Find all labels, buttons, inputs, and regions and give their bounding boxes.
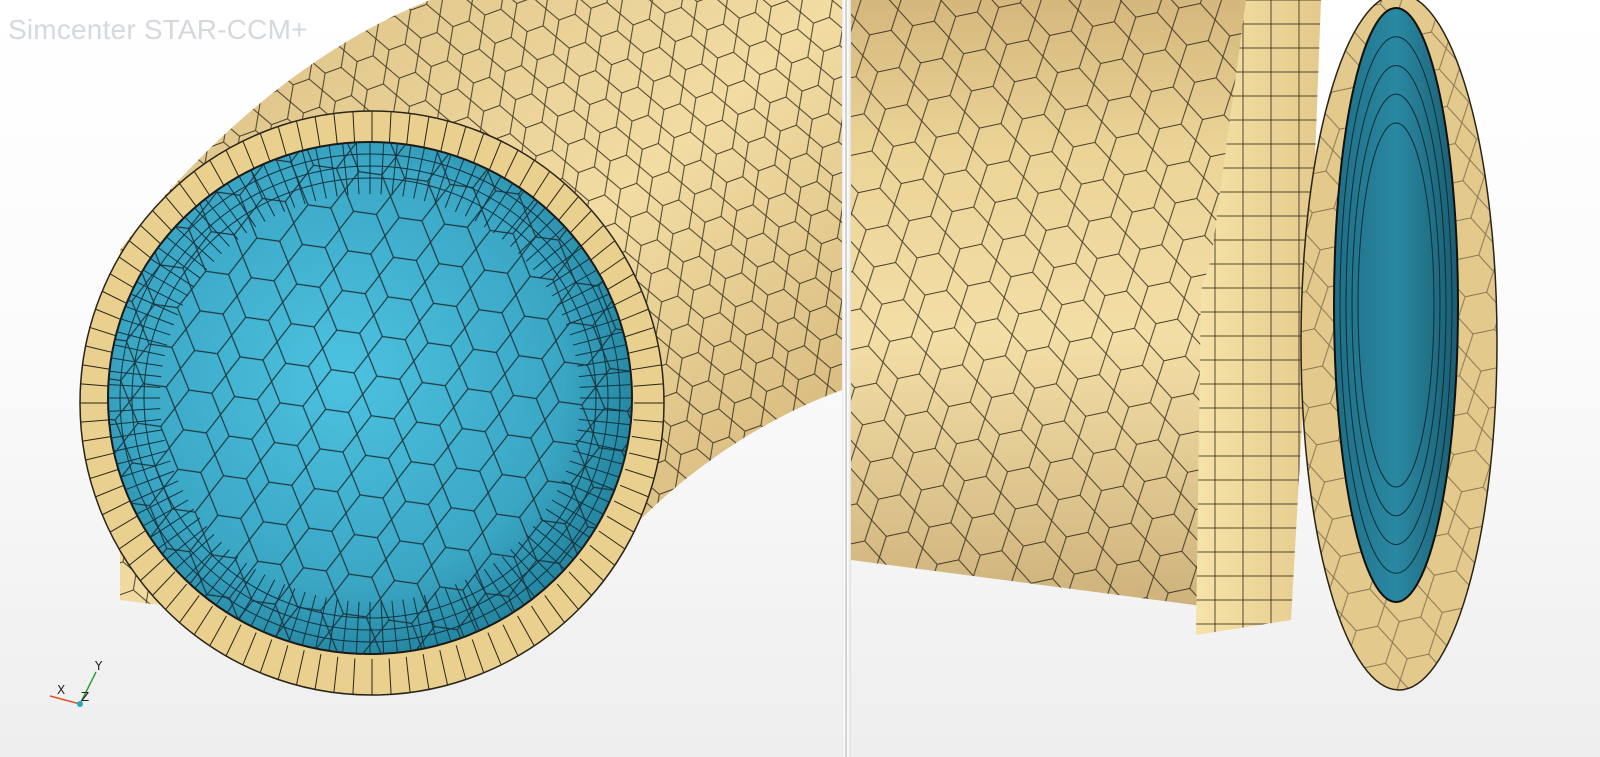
xyz-triad-icon: X Y Z <box>40 659 110 720</box>
triad-y-label: Y <box>94 659 103 673</box>
pipe-side-section-mesh[interactable] <box>851 0 1600 757</box>
pipe-cross-section-mesh[interactable] <box>0 0 842 757</box>
scene-viewport-left[interactable]: Simcenter STAR-CCM+ X Y Z <box>0 0 842 757</box>
app-watermark: Simcenter STAR-CCM+ <box>8 14 308 45</box>
triad-x-label: X <box>57 683 65 697</box>
scene-viewport-right[interactable]: X Y Z <box>851 0 1600 757</box>
triad-z-label: Z <box>81 690 89 704</box>
viewport-splitter[interactable] <box>842 0 851 757</box>
